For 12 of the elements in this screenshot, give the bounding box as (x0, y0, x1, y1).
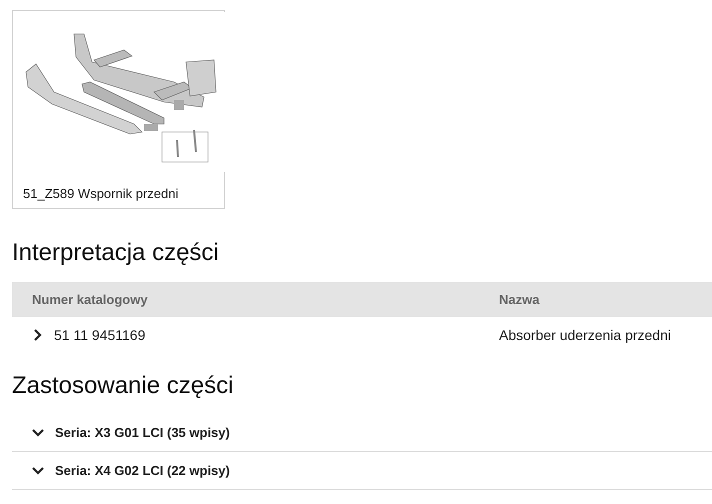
diagram-caption: 51_Z589 Wspornik przedni (23, 186, 178, 201)
column-header: Numer katalogowy (32, 292, 148, 307)
chevron-icon[interactable] (32, 464, 44, 476)
section-title: Interpretacja części (12, 239, 219, 267)
part-number[interactable]: 51 11 9451169 (54, 326, 146, 342)
section-title: Zastosowanie części (12, 372, 234, 400)
part-name: Absorber uderzenia przedni (499, 326, 671, 342)
series-toggle[interactable]: Seria: X3 G01 LCI (35 wpisy) (55, 425, 230, 440)
chevron-icon[interactable] (32, 426, 44, 438)
column-header: Nazwa (499, 292, 540, 307)
chevron-icon[interactable] (32, 328, 44, 340)
series-toggle[interactable]: Seria: X4 G02 LCI (22 wpisy) (55, 463, 230, 478)
